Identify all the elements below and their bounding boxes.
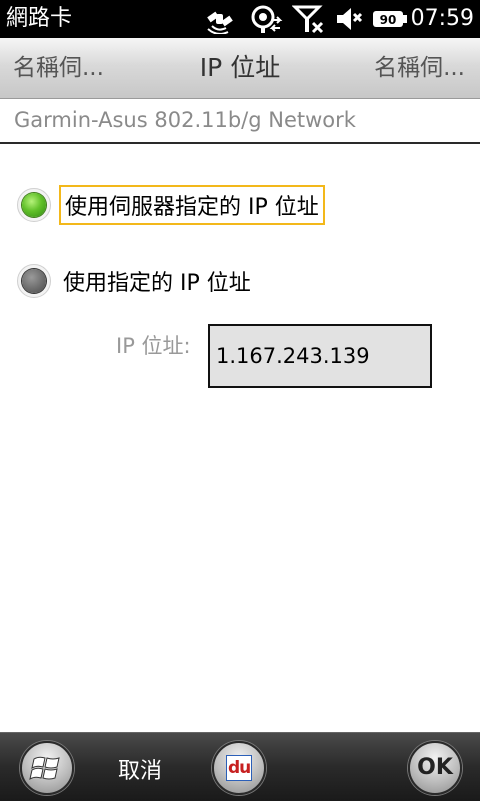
radio-server-assigned-label[interactable]: 使用伺服器指定的 IP 位址 — [59, 185, 325, 225]
cancel-button[interactable]: 取消 — [118, 753, 162, 785]
du-app-text: du — [228, 758, 251, 778]
divider — [0, 142, 480, 144]
radio-button-selected[interactable] — [17, 188, 51, 222]
windows-flag-icon — [29, 756, 60, 781]
du-app-button[interactable]: du — [212, 741, 266, 795]
data-sync-icon — [251, 5, 283, 33]
tab-name-server-left[interactable]: 名稱伺... — [13, 38, 104, 98]
network-name: Garmin-Asus 802.11b/g Network — [14, 108, 356, 132]
ip-address-label: IP 位址: — [116, 334, 191, 358]
radio-specific-ip-label[interactable]: 使用指定的 IP 位址 — [59, 263, 255, 299]
ip-address-value: 1.167.243.139 — [216, 344, 370, 368]
ok-button[interactable]: OK — [408, 741, 462, 795]
battery-level: 90 — [380, 13, 397, 27]
satellite-icon — [207, 11, 233, 34]
tab-bar: IP 位址 名稱伺... 名稱伺... — [0, 38, 480, 99]
radio-specific-ip[interactable]: 使用指定的 IP 位址 — [17, 263, 255, 299]
radio-button-unselected[interactable] — [17, 264, 51, 298]
du-app-icon: du — [226, 755, 252, 781]
status-icons: 90 — [204, 3, 408, 35]
tab-name-server-right[interactable]: 名稱伺... — [374, 38, 465, 98]
ip-address-field[interactable]: 1.167.243.139 — [208, 324, 432, 388]
radio-server-assigned[interactable]: 使用伺服器指定的 IP 位址 — [17, 185, 325, 225]
clock: 07:59 — [410, 6, 474, 31]
start-button[interactable] — [20, 741, 74, 795]
bottom-bar: 取消 du OK — [0, 732, 480, 801]
no-signal-icon — [292, 5, 324, 34]
ok-label: OK — [417, 755, 453, 780]
speaker-mute-icon — [337, 8, 363, 30]
app-title: 網路卡 — [6, 6, 73, 31]
status-bar: 網路卡 90 07:59 — [0, 0, 480, 38]
battery-icon: 90 — [373, 11, 407, 27]
